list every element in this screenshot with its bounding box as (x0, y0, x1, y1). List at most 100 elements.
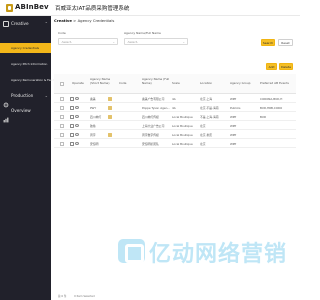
view-icon[interactable] (75, 97, 79, 101)
code-filter-label: Code (58, 31, 66, 35)
breadcrumb-current: Agency Credentials (77, 18, 115, 23)
folder-icon[interactable] (108, 115, 112, 119)
agency-name-filter-label: Agency Name/Full Name (124, 31, 161, 35)
view-icon[interactable] (75, 106, 79, 110)
row-checkbox[interactable] (60, 142, 64, 146)
total-count: 总 6 条 (58, 295, 67, 298)
header-code: Code (119, 81, 127, 85)
sidebar-item-label: Agency Pitch Information (11, 62, 48, 66)
cell-group: WPP (230, 124, 237, 129)
sidebar-item-label: Agency Credentials (11, 46, 40, 50)
sidebar-group-production[interactable]: Production ⌄ (0, 91, 51, 108)
cell-location: 北京 (200, 142, 206, 147)
view-icon[interactable] (75, 133, 79, 137)
table-row[interactable]: PWY Poppe Tyson Agen... 4A 北京,不是,海南 Publ… (54, 104, 296, 112)
table-row[interactable]: 奥美 奥美广告有限公司 4A 北京,上海 WPP CORONA,BUD,H (54, 95, 296, 103)
cell-short-name: 安恒明 (90, 142, 99, 147)
edit-icon[interactable] (70, 133, 74, 137)
chevron-up-icon: ⌃ (44, 21, 48, 26)
gear-icon (3, 93, 9, 108)
sidebar-group-label: Overview (11, 108, 31, 113)
cell-scale: Local Boutique (172, 142, 193, 147)
delete-button[interactable]: Delete (279, 63, 293, 70)
app-root: ABInBev 百威亚太IAT品质采购管理系统 Creative ⌃ Agenc… (0, 0, 300, 300)
cell-location: 北京,上海 (200, 97, 213, 102)
row-checkbox[interactable] (60, 106, 64, 110)
cell-full-name: 上海大业广告公司 (142, 124, 165, 129)
cell-preferred: BUD,HRB,CORO (260, 106, 283, 111)
watermark-text: 亿动网络营销 (149, 242, 288, 267)
view-icon[interactable] (75, 124, 79, 128)
cell-location: 北京,重庆 (200, 133, 213, 138)
edit-icon[interactable] (70, 106, 74, 110)
edit-icon[interactable] (70, 124, 74, 128)
agency-name-select[interactable]: -Select- ⌄ (124, 38, 188, 45)
table-header: Operate Agency Name (Short Name) Code Ag… (54, 74, 296, 94)
code-select-placeholder: -Select- (61, 40, 73, 45)
select-all-checkbox[interactable] (60, 82, 64, 86)
folder-icon[interactable] (108, 133, 112, 137)
cell-scale: 4A (172, 97, 176, 102)
cell-location: 不是,上海,海南 (200, 115, 219, 120)
row-checkbox[interactable] (60, 124, 64, 128)
cell-scale: Local Boutique (172, 115, 193, 120)
header-short-name: Agency Name (Short Name) (90, 77, 111, 85)
cell-full-name: 安恒明星团队 (142, 142, 159, 147)
cell-full-name: 周宇数字传媒 (142, 133, 159, 138)
cell-preferred: CORONA,BUD,H (260, 97, 283, 102)
row-checkbox[interactable] (60, 115, 64, 119)
cell-group: Publicis (230, 106, 241, 111)
table-footer: 总 6 条 0 Item Selected (58, 294, 95, 298)
sidebar-group-creative[interactable]: Creative ⌃ (0, 19, 51, 29)
folder-icon[interactable] (108, 97, 112, 101)
brand-logo-text: ABInBev (15, 3, 49, 11)
edit-icon[interactable] (70, 115, 74, 119)
sidebar-group-overview[interactable]: Overview (0, 106, 51, 123)
chart-icon (3, 108, 9, 123)
view-icon[interactable] (75, 115, 79, 119)
header-agency-group: Agency Group (230, 81, 251, 85)
table-row[interactable]: 四川神灯 四川神灯传媒 Local Boutique 不是,上海,海南 WPP … (54, 113, 296, 121)
view-icon[interactable] (75, 142, 79, 146)
cell-group: WPP (230, 142, 237, 147)
code-select[interactable]: -Select- ⌄ (58, 38, 118, 45)
cell-group: WPP (230, 115, 237, 120)
brand-logo-icon (6, 4, 13, 12)
add-button[interactable]: Add (266, 63, 277, 70)
edit-icon[interactable] (70, 142, 74, 146)
bank-icon (118, 239, 145, 263)
cell-full-name: 奥美广告有限公司 (142, 97, 165, 102)
header-preferred-events: Preferred AB Events (260, 81, 289, 85)
sidebar-item-agency-pitch-information[interactable]: Agency Pitch Information (0, 59, 51, 69)
agency-name-select-placeholder: -Select- (127, 40, 139, 45)
table-row[interactable]: 周宇 周宇数字传媒 Local Boutique 北京,重庆 WPP (54, 131, 296, 139)
row-checkbox[interactable] (60, 133, 64, 137)
sidebar: Creative ⌃ Agency Credentials Agency Pit… (0, 16, 61, 300)
sidebar-item-agency-remuneration-feedback[interactable]: Agency Remuneration & Feedback (0, 75, 61, 85)
folder-icon[interactable] (108, 106, 112, 110)
table-row[interactable]: 独角 上海大业广告公司 Local Boutique 北京 WPP (54, 122, 296, 130)
watermark: 亿动网络营销 (118, 236, 308, 267)
chevron-down-icon: ⌄ (44, 93, 48, 98)
sidebar-group-label: Production (11, 93, 34, 98)
cell-preferred: BUD (260, 115, 267, 120)
cell-scale: 4A (172, 106, 176, 111)
breadcrumb: Creative > Agency Credentials (54, 18, 114, 23)
cell-short-name: 独角 (90, 124, 96, 129)
top-bar: ABInBev 百威亚太IAT品质采购管理系统 (0, 0, 300, 16)
cell-location: 北京 (200, 124, 206, 129)
table-row[interactable]: 安恒明 安恒明星团队 Local Boutique 北京 WPP (54, 140, 296, 148)
header-scale: Scale (172, 81, 180, 85)
sidebar-item-agency-credentials[interactable]: Agency Credentials (0, 43, 51, 53)
chevron-down-icon: ⌄ (182, 40, 185, 44)
search-button[interactable]: Search (261, 39, 275, 46)
edit-icon[interactable] (70, 97, 74, 101)
cell-scale: Local Boutique (172, 133, 193, 138)
row-checkbox[interactable] (60, 97, 64, 101)
chevron-down-icon: ⌄ (112, 40, 115, 44)
reset-button[interactable]: Reset (278, 39, 293, 46)
system-title: 百威亚太IAT品质采购管理系统 (55, 6, 130, 12)
breadcrumb-root[interactable]: Creative (54, 18, 72, 23)
header-operate: Operate (72, 81, 84, 85)
cell-full-name: Poppe Tyson Agen... (142, 106, 170, 111)
